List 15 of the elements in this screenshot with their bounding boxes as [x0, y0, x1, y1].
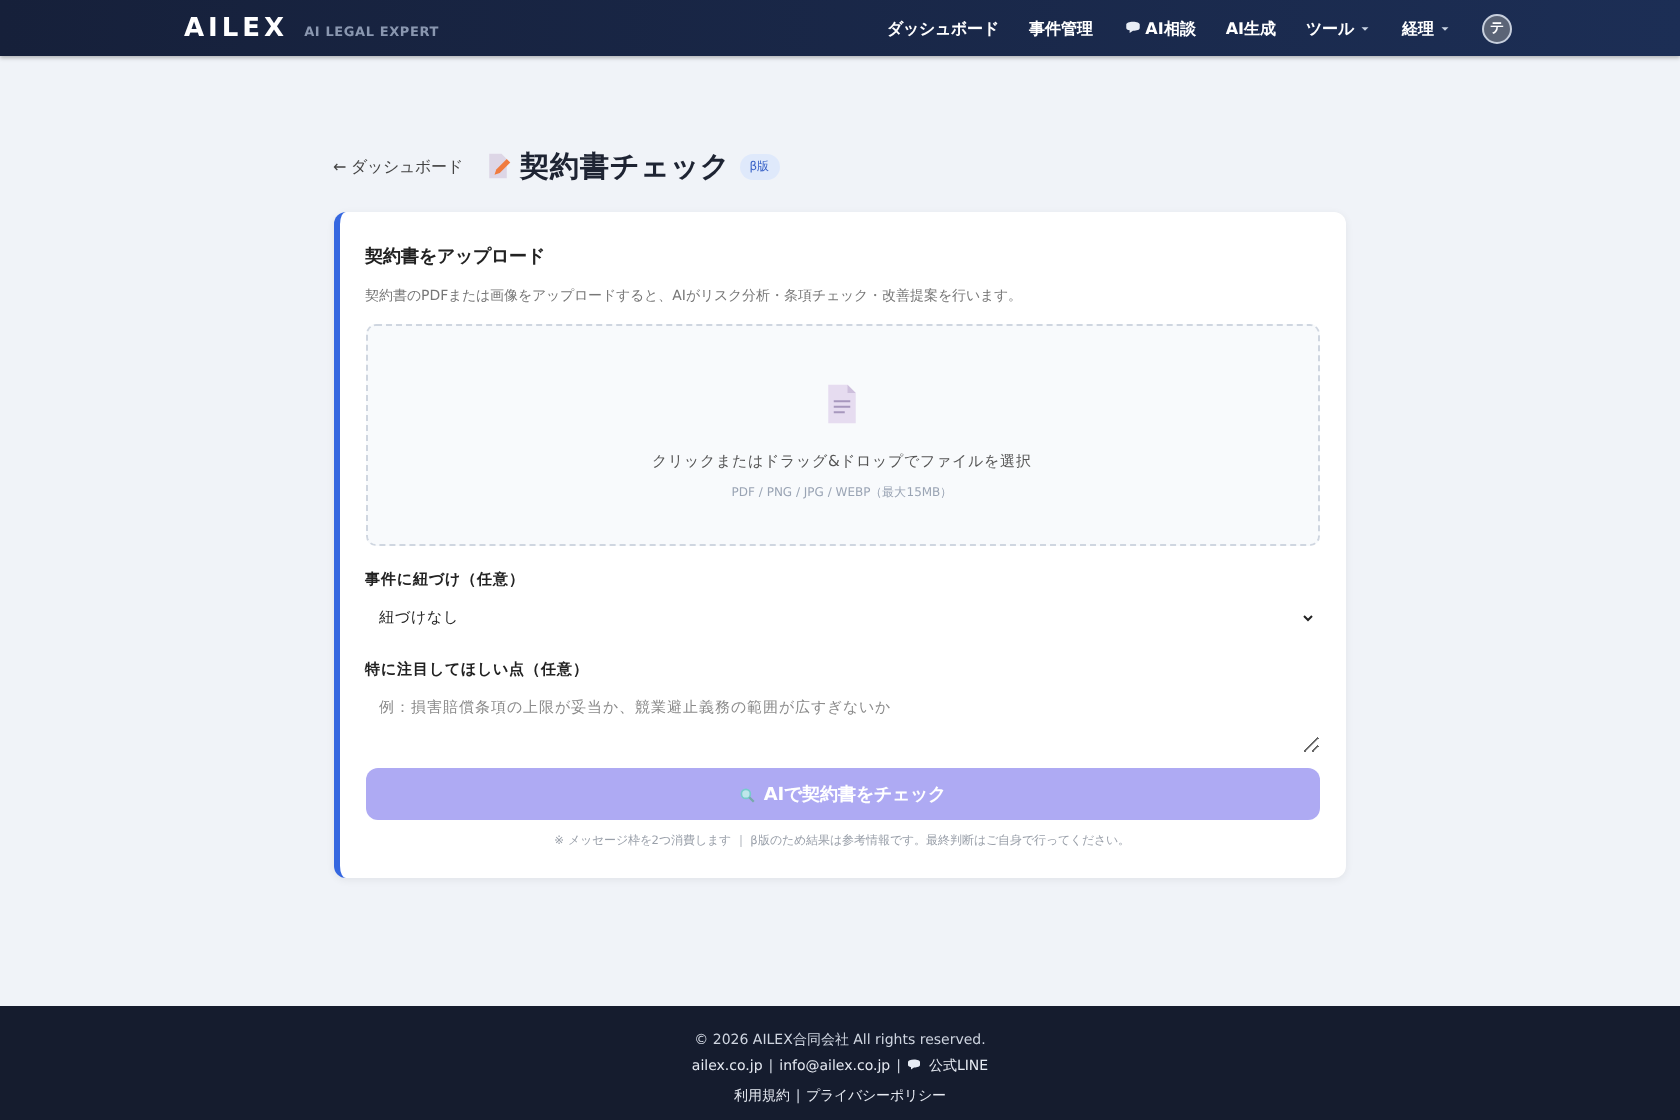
logo[interactable]: AILEX — [184, 13, 289, 43]
card-heading: 契約書をアップロード — [365, 244, 547, 270]
chat-bubble-icon — [1123, 19, 1142, 37]
nav-link[interactable]: AI相談 — [1123, 17, 1196, 39]
search-icon — [737, 785, 756, 803]
chat-bubble-icon — [906, 1058, 923, 1074]
nav-link[interactable]: 経理 — [1402, 17, 1452, 39]
nav-link[interactable]: ダッシュボード — [887, 17, 1000, 39]
back-link[interactable]: ← ダッシュボード — [333, 155, 464, 177]
document-pencil-icon — [483, 152, 512, 180]
nav-link[interactable]: 事件管理 — [1029, 17, 1094, 39]
chevron-down-icon — [1299, 610, 1315, 626]
nav-link[interactable]: AI生成 — [1225, 17, 1276, 39]
nav-link[interactable]: ツール — [1306, 17, 1372, 39]
page-title: 契約書チェック — [519, 149, 730, 185]
